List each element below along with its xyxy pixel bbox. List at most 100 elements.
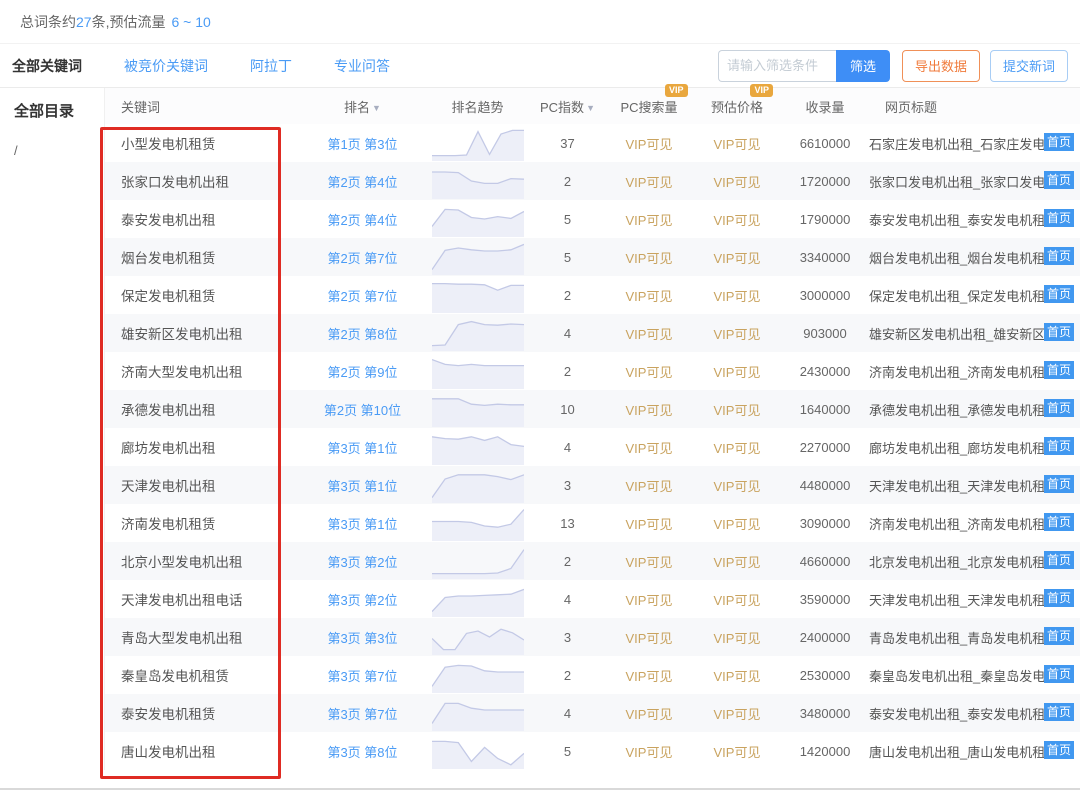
vip-visible-link[interactable]: VIP可见 (626, 479, 673, 494)
filter-input[interactable] (718, 50, 836, 82)
home-page-badge[interactable]: 首页 (1044, 285, 1074, 303)
home-page-badge[interactable]: 首页 (1044, 589, 1074, 607)
page-title-wrap: 秦皇岛发电机出租_秦皇岛发电首页 (869, 656, 1080, 694)
pc-search-cell: VIP可见 (605, 428, 693, 466)
home-page-badge[interactable]: 首页 (1044, 209, 1074, 227)
vip-visible-link[interactable]: VIP可见 (714, 479, 761, 494)
tab-bidding-keywords[interactable]: 被竞价关键词 (124, 56, 208, 76)
vip-visible-link[interactable]: VIP可见 (626, 555, 673, 570)
rank-link[interactable]: 第3页 第3位 (327, 631, 397, 646)
vip-visible-link[interactable]: VIP可见 (714, 289, 761, 304)
home-page-badge[interactable]: 首页 (1044, 171, 1074, 189)
table-row: 唐山发电机出租第3页 第8位5VIP可见VIP可见1420000唐山发电机出租_… (105, 732, 1080, 770)
vip-visible-link[interactable]: VIP可见 (626, 593, 673, 608)
vip-visible-link[interactable]: VIP可见 (714, 517, 761, 532)
tab-qa[interactable]: 专业问答 (334, 56, 390, 76)
rank-link[interactable]: 第2页 第8位 (327, 327, 397, 342)
rank-link[interactable]: 第3页 第1位 (327, 479, 397, 494)
pc-index-cell: 2 (530, 542, 605, 580)
vip-visible-link[interactable]: VIP可见 (714, 555, 761, 570)
vip-visible-link[interactable]: VIP可见 (626, 137, 673, 152)
rank-link[interactable]: 第2页 第7位 (327, 251, 397, 266)
rank-link[interactable]: 第1页 第3位 (327, 137, 397, 152)
vip-visible-link[interactable]: VIP可见 (626, 327, 673, 342)
home-page-badge[interactable]: 首页 (1044, 665, 1074, 683)
home-page-badge[interactable]: 首页 (1044, 361, 1074, 379)
vip-visible-link[interactable]: VIP可见 (626, 175, 673, 190)
vip-visible-link[interactable]: VIP可见 (714, 213, 761, 228)
rank-link[interactable]: 第2页 第7位 (327, 289, 397, 304)
export-data-button[interactable]: 导出数据 (902, 50, 980, 82)
vip-visible-link[interactable]: VIP可见 (626, 631, 673, 646)
home-page-badge[interactable]: 首页 (1044, 247, 1074, 265)
filter-button[interactable]: 筛选 (836, 50, 890, 82)
vip-visible-link[interactable]: VIP可见 (626, 213, 673, 228)
home-page-badge[interactable]: 首页 (1044, 323, 1074, 341)
rank-link[interactable]: 第3页 第1位 (327, 517, 397, 532)
home-page-badge[interactable]: 首页 (1044, 437, 1074, 455)
tab-all-keywords[interactable]: 全部关键词 (12, 56, 82, 76)
vip-visible-link[interactable]: VIP可见 (626, 365, 673, 380)
est-price-cell: VIP可见 (693, 428, 781, 466)
pc-index-cell: 2 (530, 162, 605, 200)
table-row: 雄安新区发电机出租第2页 第8位4VIP可见VIP可见903000雄安新区发电机… (105, 314, 1080, 352)
sort-caret-icon[interactable]: ▼ (586, 103, 595, 113)
vip-visible-link[interactable]: VIP可见 (626, 251, 673, 266)
home-page-badge[interactable]: 首页 (1044, 703, 1074, 721)
rank-link[interactable]: 第2页 第4位 (327, 213, 397, 228)
page-title-text: 天津发电机出租_天津发电机租 (869, 590, 1045, 609)
vip-visible-link[interactable]: VIP可见 (626, 517, 673, 532)
vip-visible-link[interactable]: VIP可见 (714, 669, 761, 684)
rank-link[interactable]: 第3页 第7位 (327, 707, 397, 722)
vip-visible-link[interactable]: VIP可见 (714, 175, 761, 190)
col-header-pc-index[interactable]: PC指数▼ (530, 88, 605, 124)
vip-visible-link[interactable]: VIP可见 (626, 289, 673, 304)
rank-link[interactable]: 第2页 第10位 (324, 403, 401, 418)
vip-visible-link[interactable]: VIP可见 (714, 251, 761, 266)
vip-visible-link[interactable]: VIP可见 (626, 403, 673, 418)
col-header-rank[interactable]: 排名▼ (300, 88, 425, 124)
home-page-badge[interactable]: 首页 (1044, 741, 1074, 759)
vip-visible-link[interactable]: VIP可见 (626, 707, 673, 722)
submit-new-words-button[interactable]: 提交新词 (990, 50, 1068, 82)
trend-cell (425, 542, 530, 580)
home-page-badge[interactable]: 首页 (1044, 399, 1074, 417)
vip-visible-link[interactable]: VIP可见 (626, 669, 673, 684)
vip-visible-link[interactable]: VIP可见 (714, 403, 761, 418)
vip-visible-link[interactable]: VIP可见 (714, 707, 761, 722)
vip-visible-link[interactable]: VIP可见 (626, 441, 673, 456)
pc-index-cell: 2 (530, 352, 605, 390)
page-title-cell: 唐山发电机出租_唐山发电机租首页 (869, 732, 1080, 770)
rank-link[interactable]: 第3页 第8位 (327, 745, 397, 760)
trend-cell (425, 618, 530, 656)
vip-visible-link[interactable]: VIP可见 (714, 327, 761, 342)
rank-link[interactable]: 第2页 第4位 (327, 175, 397, 190)
page-title-cell: 济南发电机出租_济南发电机租首页 (869, 504, 1080, 542)
rank-link[interactable]: 第3页 第2位 (327, 593, 397, 608)
rank-link[interactable]: 第3页 第1位 (327, 441, 397, 456)
home-page-badge[interactable]: 首页 (1044, 475, 1074, 493)
vip-visible-link[interactable]: VIP可见 (626, 745, 673, 760)
home-page-badge[interactable]: 首页 (1044, 627, 1074, 645)
vip-visible-link[interactable]: VIP可见 (714, 137, 761, 152)
sort-caret-icon[interactable]: ▼ (372, 103, 381, 113)
rank-link[interactable]: 第3页 第2位 (327, 555, 397, 570)
rank-trend-sparkline (432, 581, 524, 617)
vip-visible-link[interactable]: VIP可见 (714, 745, 761, 760)
rank-trend-sparkline (432, 657, 524, 693)
rank-link[interactable]: 第2页 第9位 (327, 365, 397, 380)
vip-visible-link[interactable]: VIP可见 (714, 365, 761, 380)
rank-link[interactable]: 第3页 第7位 (327, 669, 397, 684)
vip-visible-link[interactable]: VIP可见 (714, 441, 761, 456)
rank-cell: 第3页 第1位 (300, 428, 425, 466)
home-page-badge[interactable]: 首页 (1044, 513, 1074, 531)
keyword-cell: 保定发电机租赁 (105, 276, 300, 314)
sidebar-item-root[interactable]: / (14, 143, 104, 158)
table-row: 北京小型发电机出租第3页 第2位2VIP可见VIP可见4660000北京发电机出… (105, 542, 1080, 580)
home-page-badge[interactable]: 首页 (1044, 133, 1074, 151)
home-page-badge[interactable]: 首页 (1044, 551, 1074, 569)
vip-visible-link[interactable]: VIP可见 (714, 631, 761, 646)
vip-visible-link[interactable]: VIP可见 (714, 593, 761, 608)
tab-aladdin[interactable]: 阿拉丁 (250, 56, 292, 76)
pc-index-cell: 4 (530, 694, 605, 732)
